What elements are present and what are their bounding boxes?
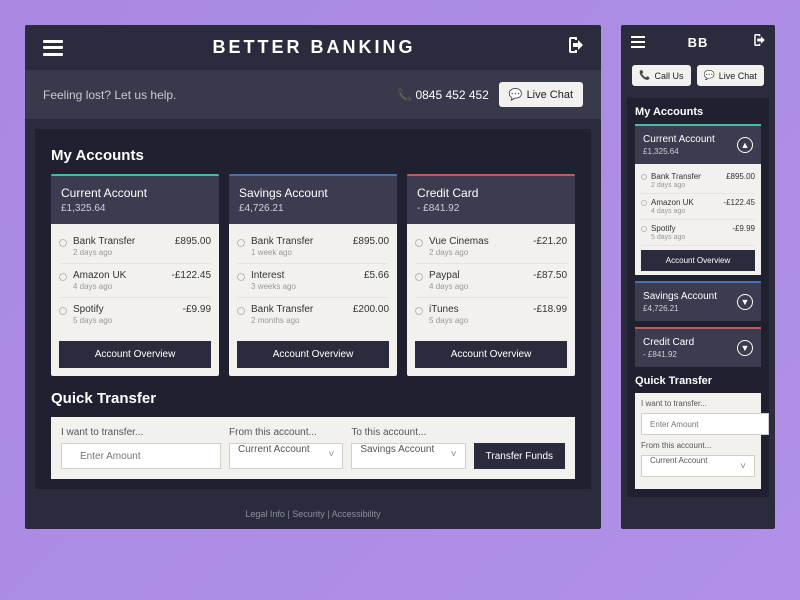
accounts-title: My Accounts	[51, 147, 575, 164]
logout-icon[interactable]	[751, 33, 765, 51]
account-balance: - £841.92	[643, 350, 694, 359]
account-overview-button[interactable]: Account Overview	[641, 250, 755, 271]
account-card-savings: Savings Account £4,726.21 Bank Transfer1…	[229, 174, 397, 376]
transaction-row: Bank Transfer2 days ago£895.00	[59, 230, 211, 264]
account-card-credit: Credit Card - £841.92 Vue Cinemas2 days …	[407, 174, 575, 376]
footer-accessibility[interactable]: Accessibility	[332, 509, 381, 519]
mobile-header: BB	[621, 25, 775, 59]
bullet-icon	[415, 307, 423, 315]
transaction-row: Spotify5 days ago-£9.99	[641, 220, 755, 246]
app-title-mobile: BB	[688, 35, 709, 50]
bullet-icon	[59, 273, 67, 281]
account-card-credit: Credit Card - £841.92 ▼	[635, 327, 761, 367]
amount-label: I want to transfer...	[641, 399, 755, 408]
transaction-row: Bank Transfer2 months ago£200.00	[237, 298, 389, 331]
amount-label: I want to transfer...	[61, 427, 221, 438]
transaction-row: Amazon UK4 days ago-£122.45	[59, 264, 211, 298]
from-label: From this account...	[641, 441, 755, 450]
logout-icon[interactable]	[565, 37, 583, 58]
account-card-current: Current Account £1,325.64 Bank Transfer2…	[51, 174, 219, 376]
account-balance: £4,726.21	[643, 304, 717, 313]
account-card-savings: Savings Account £4,726.21 ▼	[635, 281, 761, 321]
footer-security[interactable]: Security	[292, 509, 325, 519]
bullet-icon	[237, 273, 245, 281]
footer: Legal Info | Security | Accessibility	[25, 499, 601, 529]
account-name: Credit Card	[643, 337, 694, 348]
accounts-title: My Accounts	[635, 106, 761, 118]
transfer-funds-button[interactable]: Transfer Funds	[474, 443, 565, 469]
transfer-title: Quick Transfer	[51, 390, 575, 407]
bullet-icon	[59, 307, 67, 315]
from-account-select[interactable]: Current Account	[641, 455, 755, 477]
bullet-icon	[237, 239, 245, 247]
amount-input[interactable]	[641, 413, 769, 435]
account-cards: Current Account £1,325.64 Bank Transfer2…	[51, 174, 575, 376]
from-account-select[interactable]: Current Account	[229, 443, 343, 469]
transaction-row: Vue Cinemas2 days ago-£21.20	[415, 230, 567, 264]
phone-number: 📞 0845 452 452	[397, 88, 489, 102]
bullet-icon	[415, 273, 423, 281]
account-name: Savings Account	[239, 186, 387, 200]
live-chat-button[interactable]: 💬 Live Chat	[499, 82, 583, 107]
header: BETTER BANKING	[25, 25, 601, 70]
transaction-row: iTunes5 days ago-£18.99	[415, 298, 567, 331]
help-bar: Feeling lost? Let us help. 📞 0845 452 45…	[25, 70, 601, 119]
account-balance: £4,726.21	[239, 203, 387, 214]
account-name: Current Account	[61, 186, 209, 200]
expand-icon[interactable]: ▼	[737, 340, 753, 356]
collapse-icon[interactable]: ▲	[737, 137, 753, 153]
menu-icon[interactable]	[631, 36, 645, 48]
desktop-view: BETTER BANKING Feeling lost? Let us help…	[25, 25, 601, 529]
transaction-row: Amazon UK4 days ago-£122.45	[641, 194, 755, 220]
expand-icon[interactable]: ▼	[737, 294, 753, 310]
transaction-row: Bank Transfer1 week ago£895.00	[237, 230, 389, 264]
call-us-button[interactable]: 📞 Call Us	[632, 65, 690, 86]
transfer-title: Quick Transfer	[635, 375, 761, 387]
help-text: Feeling lost? Let us help.	[43, 88, 397, 102]
account-balance: £1,325.64	[643, 147, 715, 156]
transaction-row: Paypal4 days ago-£87.50	[415, 264, 567, 298]
account-balance: £1,325.64	[61, 203, 209, 214]
account-name: Current Account	[643, 134, 715, 145]
account-overview-button[interactable]: Account Overview	[415, 341, 567, 368]
app-title: BETTER BANKING	[213, 37, 416, 58]
bullet-icon	[415, 239, 423, 247]
menu-icon[interactable]	[43, 40, 63, 56]
amount-input[interactable]	[61, 443, 221, 469]
account-overview-button[interactable]: Account Overview	[237, 341, 389, 368]
quick-transfer-panel: I want to transfer... From this account.…	[51, 417, 575, 479]
live-chat-button[interactable]: 💬 Live Chat	[697, 65, 764, 86]
to-account-select[interactable]: Savings Account	[351, 443, 465, 469]
account-name: Credit Card	[417, 186, 565, 200]
account-card-current: Current Account £1,325.64 ▲ Bank Transfer…	[635, 124, 761, 275]
quick-transfer-panel: I want to transfer... From this account.…	[635, 393, 761, 489]
to-label: To this account...	[351, 427, 465, 438]
bullet-icon	[59, 239, 67, 247]
account-name: Savings Account	[643, 291, 717, 302]
transaction-row: Spotify5 days ago-£9.99	[59, 298, 211, 331]
account-balance: - £841.92	[417, 203, 565, 214]
bullet-icon	[237, 307, 245, 315]
from-label: From this account...	[229, 427, 343, 438]
footer-legal[interactable]: Legal Info	[245, 509, 285, 519]
mobile-view: BB 📞 Call Us 💬 Live Chat My Accounts Cur…	[621, 25, 775, 529]
transaction-row: Interest3 weeks ago£5.66	[237, 264, 389, 298]
transaction-row: Bank Transfer2 days ago£895.00	[641, 168, 755, 194]
account-overview-button[interactable]: Account Overview	[59, 341, 211, 368]
